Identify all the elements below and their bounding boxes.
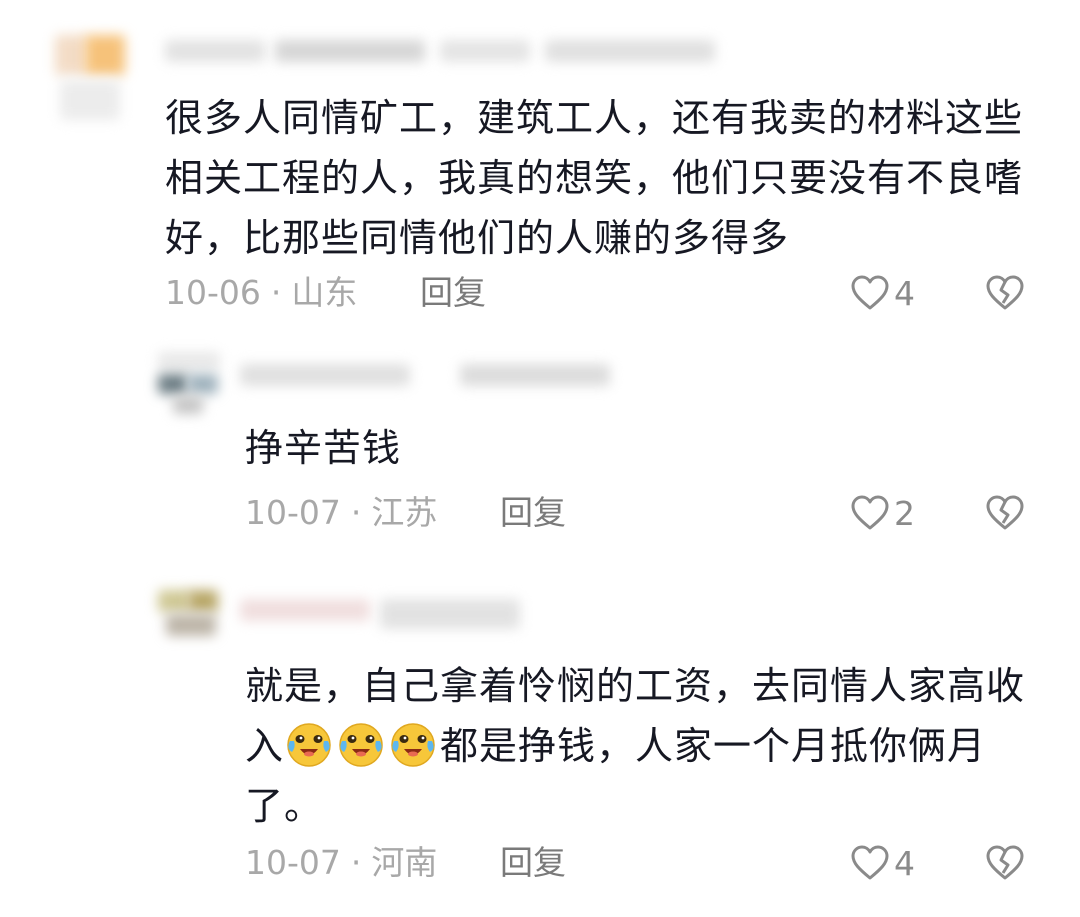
username[interactable]	[165, 38, 725, 68]
crying-laughing-emoji	[287, 723, 331, 767]
comment-text: 就是，自己拿着怜悯的工资，去同情人家高收入 都是挣钱，人家一个月抵你俩月了。	[245, 656, 1035, 836]
meta-separator: ·	[350, 843, 362, 882]
emoji-group	[284, 723, 440, 768]
avatar[interactable]	[158, 590, 220, 640]
comment-text: 挣辛苦钱	[245, 426, 402, 470]
comment-meta: 10-06 · 山东	[165, 268, 357, 318]
username[interactable]	[240, 595, 540, 635]
heart-outline-icon	[851, 845, 889, 880]
heart-outline-icon	[851, 275, 889, 310]
like-count: 4	[894, 843, 915, 883]
comment-meta: 10-07 · 江苏	[245, 488, 437, 538]
comment-date: 10-07	[245, 493, 341, 532]
username[interactable]	[240, 362, 620, 392]
meta-separator: ·	[270, 273, 282, 312]
reply-button[interactable]: 回复	[420, 268, 486, 318]
broken-heart-icon	[986, 275, 1024, 310]
dislike-button[interactable]	[984, 844, 1026, 886]
reply-button[interactable]: 回复	[500, 488, 566, 538]
dislike-button[interactable]	[984, 494, 1026, 536]
avatar[interactable]	[55, 30, 125, 125]
broken-heart-icon	[986, 845, 1024, 880]
reply-button[interactable]: 回复	[500, 838, 566, 888]
crying-laughing-emoji	[391, 723, 435, 767]
crying-laughing-emoji	[339, 723, 383, 767]
comment-date: 10-06	[165, 273, 261, 312]
heart-outline-icon	[851, 495, 889, 530]
like-count: 2	[894, 493, 915, 533]
like-count: 4	[894, 273, 915, 313]
comment-meta: 10-07 · 河南	[245, 838, 437, 888]
comment-location: 山东	[291, 273, 358, 312]
avatar[interactable]	[158, 352, 220, 417]
comment-date: 10-07	[245, 843, 341, 882]
comment-text: 很多人同情矿工，建筑工人，还有我卖的材料这些相关工程的人，我真的想笑，他们只要没…	[165, 96, 1024, 260]
dislike-button[interactable]	[984, 274, 1026, 316]
like-button[interactable]: 4	[850, 838, 915, 888]
meta-separator: ·	[350, 493, 362, 532]
comment-location: 江苏	[371, 493, 438, 532]
like-button[interactable]: 4	[850, 268, 915, 318]
like-button[interactable]: 2	[850, 488, 915, 538]
broken-heart-icon	[986, 495, 1024, 530]
comment-location: 河南	[371, 843, 438, 882]
